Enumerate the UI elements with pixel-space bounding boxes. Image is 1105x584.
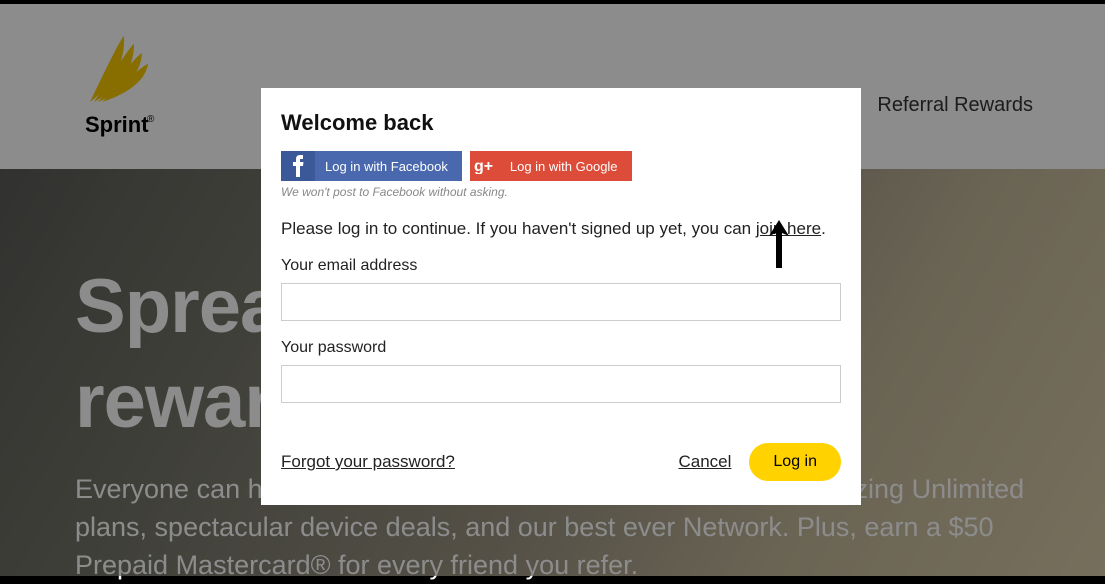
- cancel-button[interactable]: Cancel: [678, 452, 731, 472]
- google-login-label: Log in with Google: [510, 159, 632, 174]
- login-button[interactable]: Log in: [749, 443, 841, 481]
- svg-text:g+: g+: [474, 158, 493, 174]
- join-here-link[interactable]: join here: [756, 219, 821, 238]
- facebook-icon: [281, 151, 315, 181]
- facebook-login-button[interactable]: Log in with Facebook: [281, 151, 462, 181]
- password-field[interactable]: [281, 365, 841, 403]
- login-instruction: Please log in to continue. If you haven'…: [281, 219, 841, 239]
- modal-title: Welcome back: [281, 110, 841, 136]
- facebook-login-label: Log in with Facebook: [325, 159, 462, 174]
- password-label: Your password: [281, 339, 841, 357]
- email-field[interactable]: [281, 283, 841, 321]
- google-login-button[interactable]: g+ Log in with Google: [470, 151, 632, 181]
- forgot-password-link[interactable]: Forgot your password?: [281, 452, 455, 472]
- facebook-disclaimer: We won't post to Facebook without asking…: [281, 185, 841, 199]
- google-plus-icon: g+: [470, 151, 500, 181]
- login-modal: Welcome back Log in with Facebook g+ Log…: [261, 88, 861, 505]
- email-label: Your email address: [281, 257, 841, 275]
